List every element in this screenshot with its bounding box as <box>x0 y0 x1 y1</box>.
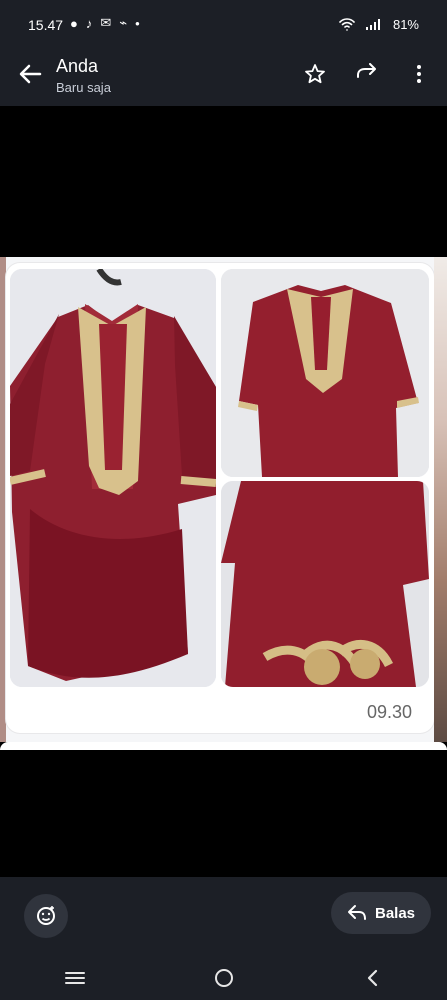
app-bar-actions <box>301 60 433 88</box>
signal-icon <box>365 19 380 30</box>
status-notification-icons: ● ♪ ✉ ⌁ • <box>70 15 140 31</box>
adjacent-message-right <box>434 257 447 742</box>
back-icon[interactable] <box>362 967 384 989</box>
message-time: 09.30 <box>366 702 412 722</box>
recent-apps-icon[interactable] <box>64 969 86 987</box>
wifi-icon <box>339 18 355 31</box>
message-preview: 09.30 <box>0 257 447 742</box>
tiktok-icon: ♪ <box>85 15 93 31</box>
garment-photo-top[interactable] <box>221 269 429 477</box>
maroon-kurta-hem-photo <box>221 481 429 687</box>
image-message-card[interactable]: 09.30 <box>6 263 434 733</box>
maroon-kurta-photo <box>10 269 216 687</box>
message-time-ago: Baru saja <box>56 80 111 95</box>
garment-photo-bottom[interactable] <box>221 481 429 687</box>
status-right-icons: 81% <box>339 17 419 32</box>
cast-icon: ⌁ <box>119 15 128 30</box>
forward-button[interactable] <box>353 60 381 88</box>
reply-label: Balas <box>374 904 416 922</box>
star-button[interactable] <box>301 60 329 88</box>
mail-icon: ✉ <box>100 15 112 30</box>
dot-icon: • <box>135 15 140 31</box>
battery-level: 81% <box>392 17 419 32</box>
emoji-icon <box>37 906 55 925</box>
forward-icon <box>357 63 376 78</box>
reply-button[interactable]: Balas <box>331 892 431 934</box>
next-message-edge <box>0 742 447 750</box>
chat-bubble-icon: ● <box>70 15 78 31</box>
more-vertical-icon <box>417 65 421 83</box>
status-time: 15.47 <box>28 17 64 33</box>
back-arrow-icon[interactable] <box>16 60 44 88</box>
emoji-button[interactable] <box>24 894 68 938</box>
android-navigation-bar <box>0 955 447 1000</box>
home-icon[interactable] <box>213 967 235 989</box>
star-icon <box>305 64 325 84</box>
app-bar: Anda Baru saja <box>0 48 447 106</box>
maroon-kurta-front-photo <box>221 269 429 477</box>
status-bar: 15.47 ● ♪ ✉ ⌁ • 81% <box>0 0 447 48</box>
garment-photo-main[interactable] <box>10 269 216 687</box>
more-button[interactable] <box>405 60 433 88</box>
reply-arrow-icon <box>347 905 366 920</box>
sender-name: Anda <box>56 56 99 76</box>
